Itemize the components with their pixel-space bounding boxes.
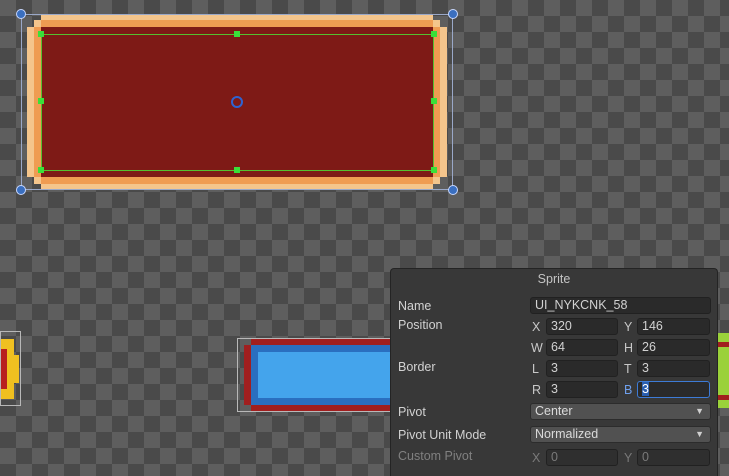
position-label: Position — [398, 318, 443, 332]
border-l-field[interactable]: 3 — [546, 360, 618, 377]
border-handle-top-right[interactable] — [431, 31, 437, 37]
pivot-unit-mode-value: Normalized — [535, 427, 599, 441]
border-b-selected-value: 3 — [642, 382, 649, 396]
sprite-left-partial[interactable] — [0, 331, 21, 406]
pivot-handle[interactable] — [231, 96, 243, 108]
corner-handle-top-right[interactable] — [448, 9, 458, 19]
border-handle-top-left[interactable] — [38, 31, 44, 37]
chevron-down-icon: ▼ — [695, 429, 704, 439]
border-handle-top[interactable] — [234, 31, 240, 37]
position-y-axis-label: Y — [624, 320, 633, 334]
border-t-axis-label: T — [624, 362, 632, 376]
border-b-field[interactable]: 3 — [637, 381, 710, 398]
border-l-axis-label: L — [532, 362, 539, 376]
border-b-axis-label: B — [624, 383, 633, 397]
custom-pivot-y-field: 0 — [637, 449, 710, 466]
name-field[interactable]: UI_NYKCNK_58 — [530, 297, 711, 314]
border-handle-bottom-right[interactable] — [431, 167, 437, 173]
pivot-label: Pivot — [398, 405, 426, 419]
border-handle-bottom[interactable] — [234, 167, 240, 173]
panel-title: Sprite — [537, 272, 571, 286]
border-handle-bottom-left[interactable] — [38, 167, 44, 173]
border-handle-right[interactable] — [431, 98, 437, 104]
chevron-down-icon: ▼ — [695, 406, 704, 416]
border-r-axis-label: R — [532, 383, 542, 397]
corner-handle-bottom-left[interactable] — [16, 185, 26, 195]
position-x-field[interactable]: 320 — [546, 318, 618, 335]
position-h-axis-label: H — [624, 341, 634, 355]
corner-handle-top-left[interactable] — [16, 9, 26, 19]
pivot-dropdown-value: Center — [535, 404, 573, 418]
border-handle-left[interactable] — [38, 98, 44, 104]
position-w-axis-label: W — [531, 341, 543, 355]
position-y-field[interactable]: 146 — [637, 318, 710, 335]
custom-pivot-x-field: 0 — [546, 449, 618, 466]
position-x-axis-label: X — [532, 320, 541, 334]
pivot-dropdown[interactable]: Center ▼ — [530, 403, 711, 420]
custom-pivot-label: Custom Pivot — [398, 449, 473, 463]
custom-pivot-y-axis-label: Y — [624, 451, 633, 465]
name-label: Name — [398, 299, 432, 313]
sprite-inspector-panel: Sprite Name UI_NYKCNK_58 Position X 320 … — [390, 268, 718, 476]
position-h-field[interactable]: 26 — [637, 339, 710, 356]
border-t-field[interactable]: 3 — [637, 360, 710, 377]
position-w-field[interactable]: 64 — [546, 339, 618, 356]
custom-pivot-x-axis-label: X — [532, 451, 541, 465]
selected-sprite[interactable] — [16, 9, 458, 195]
corner-handle-bottom-right[interactable] — [448, 185, 458, 195]
pivot-unit-mode-dropdown[interactable]: Normalized ▼ — [530, 426, 711, 443]
border-r-field[interactable]: 3 — [546, 381, 618, 398]
pivot-unit-mode-label: Pivot Unit Mode — [398, 428, 487, 442]
left-sprite-outline — [0, 331, 21, 406]
border-label: Border — [398, 360, 436, 374]
